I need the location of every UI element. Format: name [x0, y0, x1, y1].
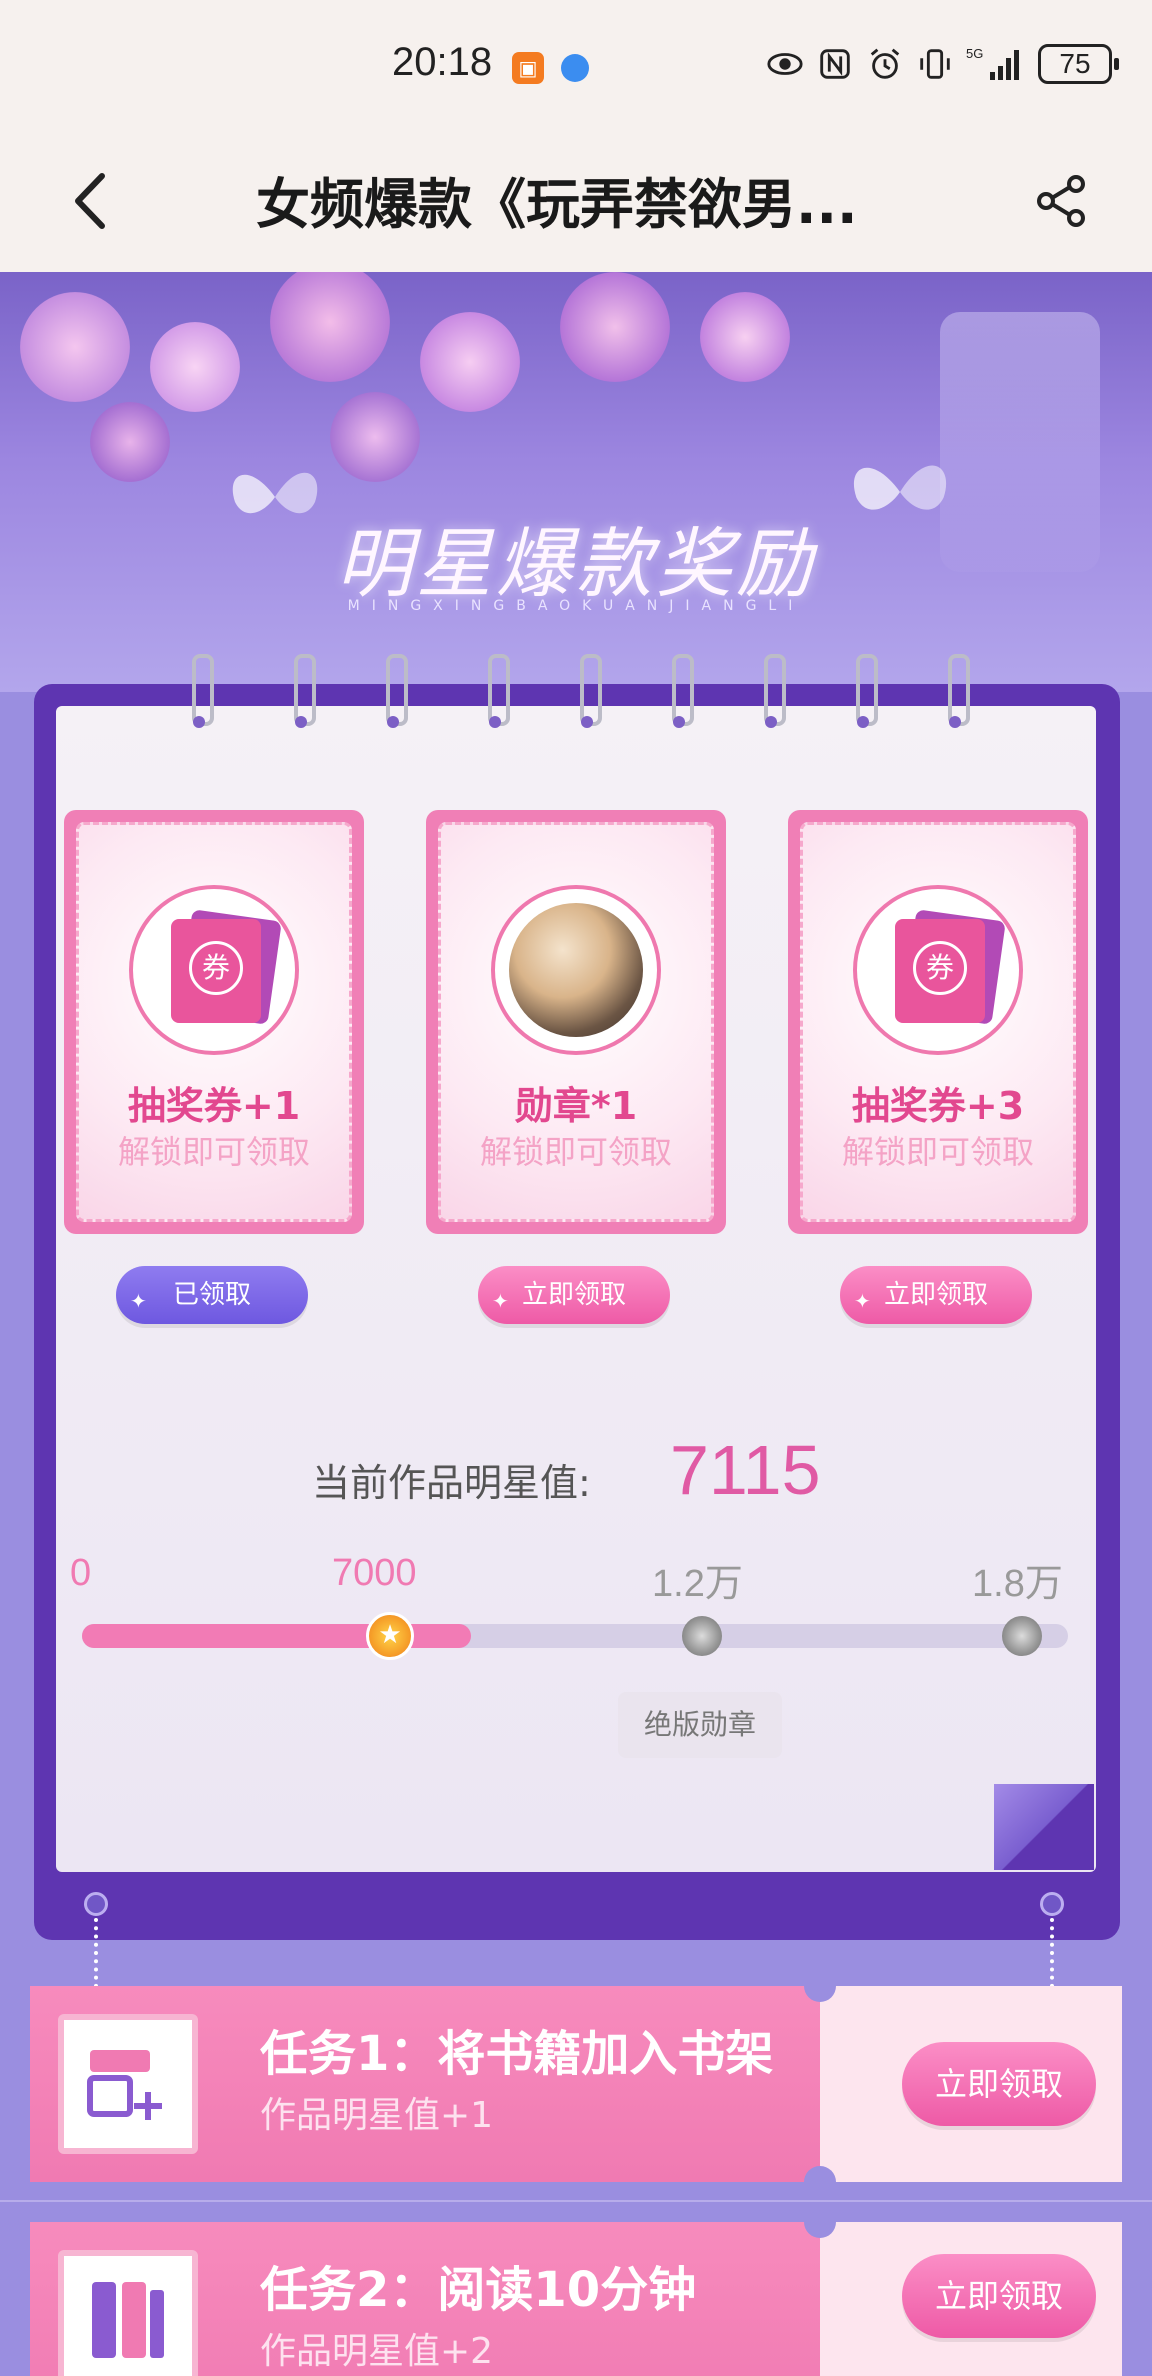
claimed-button[interactable]: ✦ 已领取 [116, 1266, 308, 1324]
ticket-notch [804, 2166, 836, 2198]
share-icon[interactable] [1032, 172, 1090, 230]
binder-ring [578, 654, 602, 734]
banner-pinyin: MINGXINGBAOKUANJIANGLI [347, 598, 805, 614]
nav-bar: 女频爆款《玩弄禁欲男... [0, 132, 1152, 272]
task-title: 任务2：阅读10分钟 [260, 2262, 697, 2318]
chain-decoration [94, 1918, 98, 1988]
reward-name: 抽奖券+3 [851, 1084, 1025, 1128]
hook-decoration [1040, 1892, 1064, 1916]
reward-card-inner: 券 抽奖券+1 解锁即可领取 [76, 822, 352, 1222]
book-icon [92, 2282, 164, 2358]
progress-tick: 1.2万 [652, 1563, 743, 1605]
button-label: 立即领取 [521, 1280, 626, 1310]
page-title: 女频爆款《玩弄禁欲男... [256, 173, 858, 236]
reward-card: 券 抽奖券+1 解锁即可领取 [64, 810, 364, 1234]
binder-ring [854, 654, 878, 734]
task-card: 任务2：阅读10分钟 作品明星值+2 立即领取 [30, 2206, 1122, 2376]
banner: 明星爆款奖励 MINGXINGBAOKUANJIANGLI [0, 272, 1152, 692]
vibrate-icon [920, 49, 950, 79]
task-claim-button[interactable]: 立即领取 [902, 2042, 1096, 2126]
back-arrow-icon[interactable] [62, 166, 118, 236]
page-curl-decoration [994, 1784, 1094, 1870]
reward-hint: 解锁即可领取 [479, 1133, 672, 1171]
flower-decoration [560, 272, 670, 382]
binder-ring [670, 654, 694, 734]
reward-name: 抽奖券+1 [127, 1084, 301, 1128]
rose-milestone-icon [1002, 1616, 1042, 1656]
alarm-icon [870, 48, 900, 79]
ticket-icon: 券 [895, 919, 985, 1023]
flower-decoration [150, 322, 240, 412]
task-reward: 作品明星值+1 [260, 2095, 494, 2136]
button-label: 立即领取 [883, 1280, 988, 1310]
ticket-notch [804, 2206, 836, 2238]
ticket-notch [804, 1970, 836, 2002]
progress-tick: 1.8万 [972, 1563, 1063, 1605]
hook-decoration [84, 1892, 108, 1916]
nfc-icon [820, 49, 850, 79]
binder-ring [384, 654, 408, 734]
sparkle-icon: ✦ [492, 1289, 509, 1313]
task-reward: 作品明星值+2 [260, 2331, 494, 2372]
reward-hint: 解锁即可领取 [117, 1133, 310, 1171]
progress-tick: 0 [70, 1552, 92, 1594]
reward-hint: 解锁即可领取 [841, 1133, 1034, 1171]
reward-icon-circle: 券 [853, 885, 1023, 1055]
flower-decoration [700, 292, 790, 382]
binder-ring [190, 654, 214, 734]
eye-icon [767, 53, 803, 75]
score-label: 当前作品明星值: [312, 1461, 591, 1505]
reward-card: 券 抽奖券+3 解锁即可领取 [788, 810, 1088, 1234]
status-icons: 5G 75 [766, 44, 1119, 84]
flower-decoration [90, 402, 170, 482]
claim-button[interactable]: ✦ 立即领取 [840, 1266, 1032, 1324]
app-notification-icon: ▣ [512, 52, 544, 84]
browser-notification-icon [561, 54, 589, 82]
task-card: 任务1：将书籍加入书架 作品明星值+1 立即领取 [30, 1970, 1122, 2198]
ticket-char: 券 [913, 941, 967, 995]
reward-card-inner: 勋章*1 解锁即可领取 [438, 822, 714, 1222]
button-label: 已领取 [172, 1280, 251, 1310]
task-icon-box [58, 2250, 198, 2376]
binder-ring [486, 654, 510, 734]
divider [0, 2200, 1152, 2202]
task-icon-box [58, 2014, 198, 2154]
reward-name: 勋章*1 [514, 1084, 638, 1128]
flower-decoration [270, 272, 390, 382]
battery-icon: 75 [1038, 44, 1119, 84]
bookshelf-add-icon [87, 2050, 162, 2120]
milestone-tag: 绝版勋章 [618, 1692, 782, 1758]
sparkle-icon: ✦ [130, 1289, 147, 1313]
flower-decoration [330, 392, 420, 482]
progress-tick: 7000 [332, 1552, 417, 1594]
task-title: 任务1：将书籍加入书架 [260, 2026, 774, 2082]
svg-text:5G: 5G [966, 46, 983, 61]
banner-title: 明星爆款奖励 [336, 519, 816, 608]
flower-decoration [20, 292, 130, 402]
status-time: 20:18 [392, 40, 493, 84]
reward-icon-circle [491, 885, 661, 1055]
claim-button[interactable]: ✦ 立即领取 [478, 1266, 670, 1324]
status-bar: 20:18 ▣ 5G 75 [0, 0, 1152, 132]
reward-card-inner: 券 抽奖券+3 解锁即可领取 [800, 822, 1076, 1222]
reward-icon-circle: 券 [129, 885, 299, 1055]
progress-bar [82, 1624, 1068, 1648]
score-value: 7115 [670, 1431, 821, 1509]
binder-ring [292, 654, 316, 734]
medal-icon [509, 903, 643, 1037]
progress-star-icon: ★ [366, 1612, 414, 1660]
signal-icon: 5G [966, 46, 1019, 80]
reward-card: 勋章*1 解锁即可领取 [426, 810, 726, 1234]
ticket-char: 券 [189, 941, 243, 995]
task-claim-button[interactable]: 立即领取 [902, 2254, 1096, 2338]
binder-ring [946, 654, 970, 734]
flower-decoration [420, 312, 520, 412]
sparkle-icon: ✦ [854, 1289, 871, 1313]
binder-ring [762, 654, 786, 734]
rose-milestone-icon [682, 1616, 722, 1656]
ticket-icon: 券 [171, 919, 261, 1023]
chain-decoration [1050, 1918, 1054, 1988]
